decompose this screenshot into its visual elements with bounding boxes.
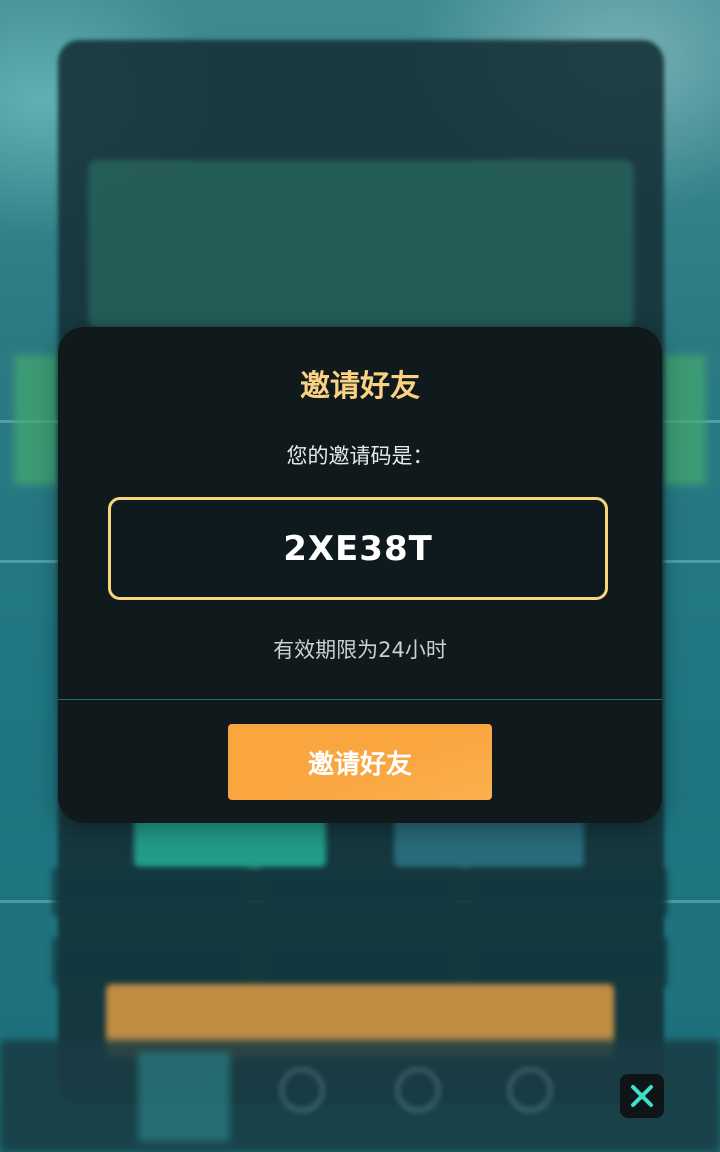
invite-code-label: 您的邀请码是： <box>286 444 434 468</box>
invite-friend-modal: 邀请好友 您的邀请码是： 2XE38T 有效期限为24小时 邀请好友 <box>58 327 662 823</box>
background-right-strip <box>662 355 706 485</box>
background-tab-icon <box>396 1068 440 1112</box>
close-icon <box>631 1085 653 1107</box>
validity-note: 有效期限为24小时 <box>273 638 447 662</box>
divider <box>58 699 662 700</box>
modal-title: 邀请好友 <box>300 369 420 404</box>
background-row <box>52 868 668 916</box>
invite-friend-button[interactable]: 邀请好友 <box>228 724 492 800</box>
invite-code-box[interactable]: 2XE38T <box>108 497 608 600</box>
background-tab-bar <box>0 1040 720 1152</box>
invite-code-value[interactable]: 2XE38T <box>283 529 433 569</box>
background-left-strip <box>14 355 58 485</box>
close-button[interactable] <box>620 1074 664 1118</box>
background-tab-active <box>138 1052 230 1142</box>
background-row <box>52 938 668 986</box>
background-tab-icon <box>280 1068 324 1112</box>
background-description-box <box>88 160 634 328</box>
background-tab-icon <box>508 1068 552 1112</box>
